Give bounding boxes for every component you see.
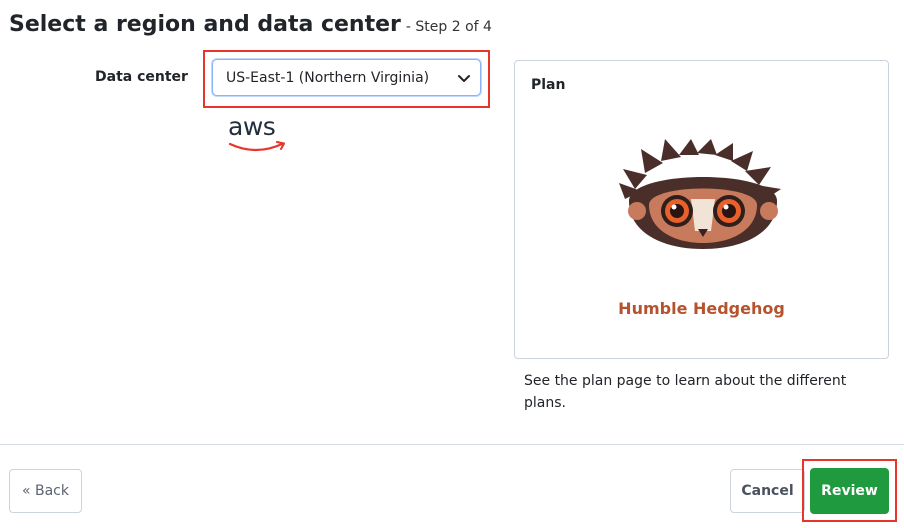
data-center-label: Data center	[95, 69, 188, 85]
data-center-select-value: US-East-1 (Northern Virginia)	[226, 69, 430, 86]
page-header: Select a region and data center - Step 2…	[9, 12, 492, 37]
hedgehog-icon	[619, 139, 781, 249]
data-center-select[interactable]: US-East-1 (Northern Virginia)	[212, 59, 481, 96]
cancel-button[interactable]: Cancel	[730, 469, 805, 513]
plan-card-title: Plan	[531, 77, 566, 93]
aws-smile-arrow-icon	[228, 141, 285, 152]
chevron-down-icon	[458, 75, 470, 82]
step-indicator: - Step 2 of 4	[405, 19, 492, 35]
page-title: Select a region and data center	[9, 12, 401, 37]
aws-logo-text: aws	[228, 112, 276, 141]
plan-card: Plan Humble Hedgehog	[514, 60, 889, 359]
footer-divider	[0, 444, 904, 445]
review-button[interactable]: Review	[810, 468, 889, 514]
back-button[interactable]: « Back	[9, 469, 82, 513]
aws-logo: aws	[228, 114, 292, 154]
plan-help-text: See the plan page to learn about the dif…	[524, 373, 847, 411]
plan-name: Humble Hedgehog	[618, 299, 785, 318]
